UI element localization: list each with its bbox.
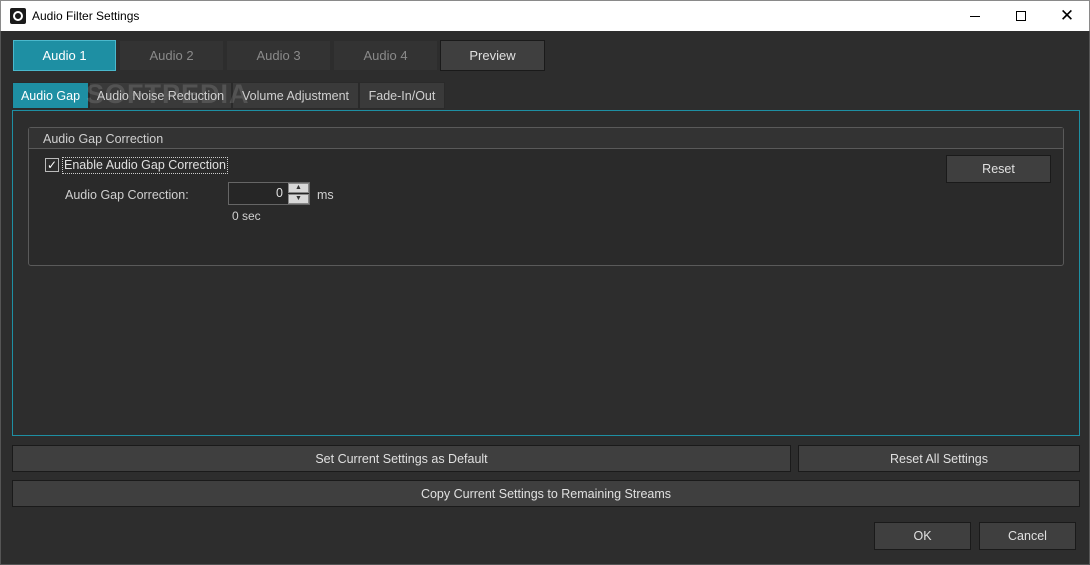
minimize-icon	[970, 15, 980, 17]
audio-gap-panel: Audio Gap Correction ✓ Enable Audio Gap …	[12, 110, 1080, 436]
gap-correction-field-label: Audio Gap Correction:	[65, 188, 189, 202]
preview-button[interactable]: Preview	[440, 40, 545, 71]
set-default-button[interactable]: Set Current Settings as Default	[12, 445, 791, 472]
maximize-icon	[1016, 11, 1026, 21]
audio-gap-group: Audio Gap Correction ✓ Enable Audio Gap …	[28, 127, 1064, 266]
gap-correction-spinbox[interactable]: 0 ▲ ▼	[228, 182, 310, 205]
close-icon: ✕	[1059, 5, 1075, 26]
minimize-button[interactable]	[952, 1, 998, 31]
tab-audio-noise-reduction[interactable]: Audio Noise Reduction	[89, 82, 232, 109]
reset-button[interactable]: Reset	[946, 155, 1051, 183]
spin-down-icon[interactable]: ▼	[288, 194, 309, 204]
close-button[interactable]: ✕	[1044, 1, 1090, 31]
group-title: Audio Gap Correction	[43, 132, 164, 146]
title-bar: Audio Filter Settings ✕	[0, 0, 1090, 31]
gap-correction-value[interactable]: 0	[229, 183, 287, 204]
maximize-button[interactable]	[998, 1, 1044, 31]
dialog-body: Audio 1 Audio 2 Audio 3 Audio 4 Preview …	[0, 31, 1090, 565]
tab-audio-4[interactable]: Audio 4	[333, 40, 438, 71]
app-icon	[10, 8, 26, 24]
tab-volume-adjustment[interactable]: Volume Adjustment	[232, 82, 359, 109]
gap-correction-seconds: 0 sec	[232, 209, 261, 223]
tab-audio-gap[interactable]: Audio Gap	[12, 82, 89, 109]
enable-gap-correction-label[interactable]: Enable Audio Gap Correction	[62, 156, 228, 174]
reset-all-settings-button[interactable]: Reset All Settings	[798, 445, 1080, 472]
checkmark-icon: ✓	[46, 158, 58, 172]
window-title: Audio Filter Settings	[32, 9, 140, 23]
tab-fade-in-out[interactable]: Fade-In/Out	[359, 82, 445, 109]
cancel-button[interactable]: Cancel	[979, 522, 1076, 550]
enable-gap-correction-row[interactable]: ✓ Enable Audio Gap Correction	[45, 156, 228, 174]
spin-up-icon[interactable]: ▲	[288, 183, 309, 193]
tab-audio-1[interactable]: Audio 1	[13, 40, 116, 71]
group-header: Audio Gap Correction	[29, 128, 1063, 149]
enable-gap-correction-checkbox[interactable]: ✓	[45, 158, 59, 172]
tab-audio-3[interactable]: Audio 3	[226, 40, 331, 71]
copy-settings-button[interactable]: Copy Current Settings to Remaining Strea…	[12, 480, 1080, 507]
tab-audio-2[interactable]: Audio 2	[119, 40, 224, 71]
ok-button[interactable]: OK	[874, 522, 971, 550]
gap-correction-unit: ms	[317, 188, 334, 202]
